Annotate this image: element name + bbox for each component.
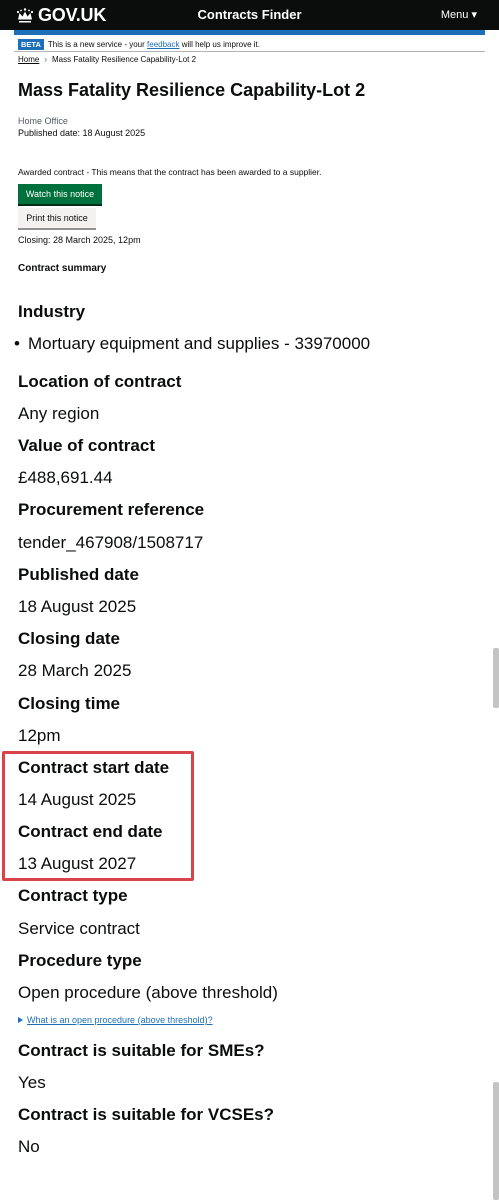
scrollbar-thumb[interactable] — [493, 648, 499, 708]
procedure-details-toggle[interactable]: What is an open procedure (above thresho… — [18, 1015, 213, 1025]
sme-value: Yes — [18, 1073, 46, 1092]
vcse-label: Contract is suitable for VCSEs? — [18, 1105, 274, 1124]
vcse-value: No — [18, 1137, 40, 1156]
contract-type-label: Contract type — [18, 886, 128, 905]
print-notice-button[interactable]: Print this notice — [18, 208, 96, 228]
breadcrumb: Home › Mass Fatality Resilience Capabili… — [18, 55, 196, 64]
caret-down-icon: ▾ — [471, 9, 477, 21]
phase-banner: BETA This is a new service - your feedba… — [18, 38, 260, 50]
closing-time-label: Closing time — [18, 694, 121, 713]
location-label: Location of contract — [18, 372, 182, 391]
highlight-box — [2, 751, 194, 881]
menu-label: Menu — [440, 9, 469, 21]
phase-text-before: This is a new service - your — [47, 39, 145, 49]
menu-button[interactable]: Menu ▾ — [441, 8, 477, 21]
beta-tag: BETA — [18, 38, 44, 50]
sme-label: Contract is suitable for SMEs? — [18, 1041, 265, 1060]
breadcrumb-home-link[interactable]: Home — [18, 55, 39, 64]
procedure-type-value: Open procedure (above threshold) — [18, 983, 278, 1002]
feedback-link[interactable]: feedback — [147, 40, 179, 49]
site-header: GOV.UK Contracts Finder Menu ▾ — [0, 0, 499, 30]
awarded-status-text: Awarded contract - This means that the c… — [18, 167, 322, 177]
closing-date-label: Closing date — [18, 629, 121, 648]
bullet-icon: • — [14, 334, 20, 353]
industry-label: Industry — [18, 302, 86, 321]
procedure-details-link[interactable]: What is an open procedure (above thresho… — [27, 1015, 213, 1025]
watch-notice-button[interactable]: Watch this notice — [18, 184, 102, 204]
closing-time-value: 12pm — [18, 726, 61, 745]
divider — [14, 51, 485, 52]
service-name-link[interactable]: Contracts Finder — [0, 7, 499, 22]
value-value: £488,691.44 — [18, 468, 113, 487]
contract-type-value: Service contract — [18, 919, 140, 938]
chevron-right-icon: › — [44, 55, 48, 64]
published-date-line: Published date: 18 August 2025 — [18, 128, 146, 138]
organisation-name: Home Office — [18, 116, 68, 126]
phase-text-after: will help us improve it. — [181, 39, 260, 49]
header-accent-bar — [14, 30, 485, 35]
page-title: Mass Fatality Resilience Capability-Lot … — [18, 80, 366, 100]
reference-value: tender_467908/1508717 — [18, 533, 204, 552]
closing-date-value: 28 March 2025 — [18, 661, 132, 680]
location-value: Any region — [18, 404, 100, 423]
published-value: 18 August 2025 — [18, 597, 137, 616]
industry-value: Mortuary equipment and supplies - 339700… — [28, 334, 371, 353]
breadcrumb-current: Mass Fatality Resilience Capability-Lot … — [52, 55, 197, 64]
value-label: Value of contract — [18, 436, 155, 455]
reference-label: Procurement reference — [18, 500, 205, 519]
closing-line: Closing: 28 March 2025, 12pm — [18, 235, 141, 245]
contract-summary-heading: Contract summary — [18, 263, 107, 274]
triangle-right-icon — [18, 1017, 23, 1023]
procedure-type-label: Procedure type — [18, 951, 142, 970]
published-label: Published date — [18, 565, 139, 584]
scrollbar-thumb[interactable] — [493, 1082, 499, 1200]
